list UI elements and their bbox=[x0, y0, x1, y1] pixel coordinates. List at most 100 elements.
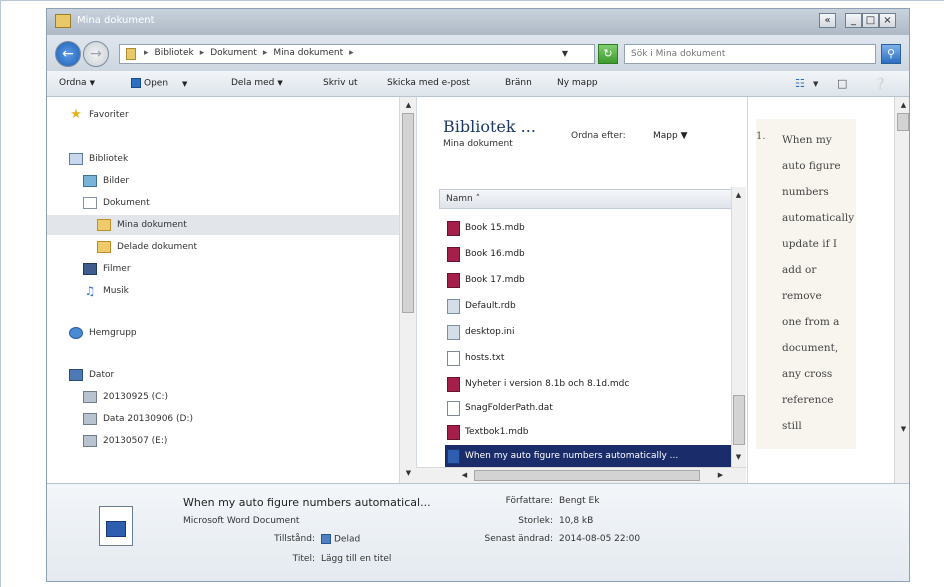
close-button[interactable]: × bbox=[879, 13, 896, 28]
search-icon[interactable]: ⚲ bbox=[881, 44, 901, 64]
nav-label: Dator bbox=[89, 370, 115, 380]
folder-icon bbox=[55, 14, 71, 28]
film-icon bbox=[83, 263, 97, 275]
view-options-icon[interactable]: ☷ bbox=[795, 77, 805, 90]
file-name: Nyheter i version 8.1b och 8.1d.mdc bbox=[465, 379, 630, 389]
library-icon bbox=[69, 153, 83, 165]
preview-pane: 1. When my auto figure numbers automatic… bbox=[747, 97, 909, 483]
file-row[interactable]: Book 16.mdb bbox=[447, 243, 729, 265]
nav-item-drive-c[interactable]: 20130925 (C:) bbox=[83, 387, 168, 407]
file-row[interactable]: desktop.ini bbox=[447, 321, 729, 343]
scroll-thumb[interactable] bbox=[474, 470, 700, 481]
file-row[interactable]: Default.rdb bbox=[447, 295, 729, 317]
nav-item-libraries[interactable]: Bibliotek bbox=[69, 149, 128, 169]
preview-line: remove bbox=[782, 290, 822, 302]
nav-item-computer[interactable]: Dator bbox=[69, 365, 114, 385]
scroll-up-icon[interactable]: ▲ bbox=[402, 99, 415, 112]
maximize-button[interactable]: □ bbox=[862, 13, 879, 28]
file-name: Book 15.mdb bbox=[465, 223, 525, 233]
organize-button[interactable]: Ordna ▼ bbox=[59, 78, 95, 88]
access-file-icon bbox=[447, 376, 460, 392]
new-folder-button[interactable]: Ny mapp bbox=[557, 78, 598, 88]
file-row-selected[interactable]: When my auto figure numbers automaticall… bbox=[445, 445, 731, 467]
nav-item-homegroup[interactable]: Hemgrupp bbox=[69, 323, 137, 343]
scroll-right-icon[interactable]: ▶ bbox=[714, 469, 727, 482]
extra-button[interactable]: « bbox=[819, 13, 836, 28]
preview-line: document, bbox=[782, 342, 839, 354]
column-header-name[interactable]: Namn ˄ bbox=[439, 189, 745, 209]
file-row[interactable]: Textbok1.mdb bbox=[447, 421, 729, 443]
file-row[interactable]: Book 15.mdb bbox=[447, 217, 729, 239]
nav-item-music[interactable]: ♫ Musik bbox=[83, 281, 129, 301]
details-size-label: Storlek: bbox=[518, 516, 553, 526]
forward-button[interactable]: → bbox=[83, 41, 109, 67]
scroll-up-icon[interactable]: ▲ bbox=[897, 99, 909, 112]
scroll-left-icon[interactable]: ◀ bbox=[458, 469, 471, 482]
burn-button[interactable]: Bränn bbox=[505, 78, 532, 88]
nav-item-documents[interactable]: Dokument bbox=[83, 193, 150, 213]
scroll-thumb[interactable] bbox=[733, 395, 745, 445]
window-title: Mina dokument bbox=[77, 15, 155, 26]
address-field[interactable]: ▸ Bibliotek ▸ Dokument ▸ Mina dokument ▸… bbox=[119, 44, 595, 64]
breadcrumb-item-mina-dokument[interactable]: Mina dokument bbox=[273, 48, 343, 58]
nav-item-favorites[interactable]: ★ Favoriter bbox=[69, 105, 129, 125]
nav-item-drive-e[interactable]: 20130507 (E:) bbox=[83, 431, 167, 451]
scroll-thumb[interactable] bbox=[897, 113, 909, 131]
breadcrumb-separator: ▸ bbox=[349, 48, 354, 58]
chevron-down-icon: ▼ bbox=[182, 79, 188, 88]
file-row[interactable]: SnagFolderPath.dat bbox=[447, 397, 729, 419]
back-button[interactable]: ← bbox=[55, 41, 81, 67]
nav-item-shared-documents[interactable]: Delade dokument bbox=[97, 237, 197, 257]
search-input[interactable] bbox=[625, 45, 871, 63]
nav-item-videos[interactable]: Filmer bbox=[83, 259, 131, 279]
scroll-up-icon[interactable]: ▲ bbox=[732, 189, 745, 202]
search-box bbox=[624, 44, 876, 64]
refresh-button[interactable]: ↻ bbox=[598, 44, 618, 64]
email-button[interactable]: Skicka med e-post bbox=[387, 78, 470, 88]
pictures-icon bbox=[83, 175, 97, 187]
file-list-scrollbar[interactable]: ▲ ▼ bbox=[731, 187, 746, 467]
preview-scrollbar[interactable]: ▲ ▼ bbox=[894, 97, 909, 483]
chevron-down-icon[interactable]: ▼ bbox=[813, 80, 818, 88]
share-button[interactable]: Dela med ▼ bbox=[231, 78, 283, 88]
details-title-field[interactable]: Lägg till en titel bbox=[321, 554, 391, 564]
open-label: Open bbox=[144, 78, 169, 89]
file-row[interactable]: hosts.txt bbox=[447, 347, 729, 369]
title-bar: Mina dokument « _ □ × bbox=[47, 9, 909, 35]
file-list-hscrollbar[interactable]: ◀ ▶ bbox=[416, 467, 746, 483]
details-author-value[interactable]: Bengt Ek bbox=[559, 496, 599, 506]
arrange-label: Ordna efter: bbox=[571, 131, 626, 141]
breadcrumb-item-dokument[interactable]: Dokument bbox=[210, 48, 257, 58]
details-modified-label: Senast ändrad: bbox=[484, 534, 553, 544]
file-row[interactable]: Nyheter i version 8.1b och 8.1d.mdc bbox=[447, 373, 729, 395]
nav-item-my-documents[interactable]: Mina dokument bbox=[47, 215, 399, 235]
nav-item-drive-d[interactable]: Data 20130906 (D:) bbox=[83, 409, 193, 429]
preview-line: still bbox=[782, 420, 802, 432]
preview-text: When my auto figure numbers automaticall… bbox=[782, 127, 856, 439]
arrange-dropdown[interactable]: Mapp ▼ bbox=[653, 131, 688, 141]
preview-line: reference bbox=[782, 394, 834, 406]
music-icon: ♫ bbox=[84, 284, 96, 298]
nav-label: Delade dokument bbox=[117, 242, 197, 252]
nav-scrollbar[interactable]: ▲ ▼ bbox=[399, 97, 416, 483]
minimize-button[interactable]: _ bbox=[845, 13, 862, 28]
scroll-down-icon[interactable]: ▼ bbox=[732, 451, 745, 464]
shared-icon bbox=[321, 534, 331, 544]
help-icon[interactable]: ❔ bbox=[873, 77, 887, 90]
file-name: Textbok1.mdb bbox=[465, 427, 529, 437]
scroll-down-icon[interactable]: ▼ bbox=[897, 423, 909, 436]
arrow-right-icon: → bbox=[90, 46, 102, 62]
file-row[interactable]: Book 17.mdb bbox=[447, 269, 729, 291]
nav-label: Data 20130906 (D:) bbox=[103, 414, 194, 424]
details-title-label: Titel: bbox=[292, 554, 315, 564]
address-dropdown[interactable]: ▼ bbox=[562, 49, 568, 58]
breadcrumb-item-bibliotek[interactable]: Bibliotek bbox=[155, 48, 194, 58]
navigation-pane: ★ Favoriter Bibliotek Bilder Dokument Min… bbox=[47, 97, 399, 483]
scroll-down-icon[interactable]: ▼ bbox=[402, 467, 415, 480]
preview-pane-icon[interactable]: □ bbox=[837, 77, 847, 90]
nav-item-pictures[interactable]: Bilder bbox=[83, 171, 129, 191]
arrow-left-icon: ← bbox=[62, 46, 74, 62]
print-button[interactable]: Skriv ut bbox=[323, 78, 358, 88]
open-button[interactable]: Open ▼ bbox=[131, 78, 187, 89]
scroll-thumb[interactable] bbox=[402, 113, 414, 313]
